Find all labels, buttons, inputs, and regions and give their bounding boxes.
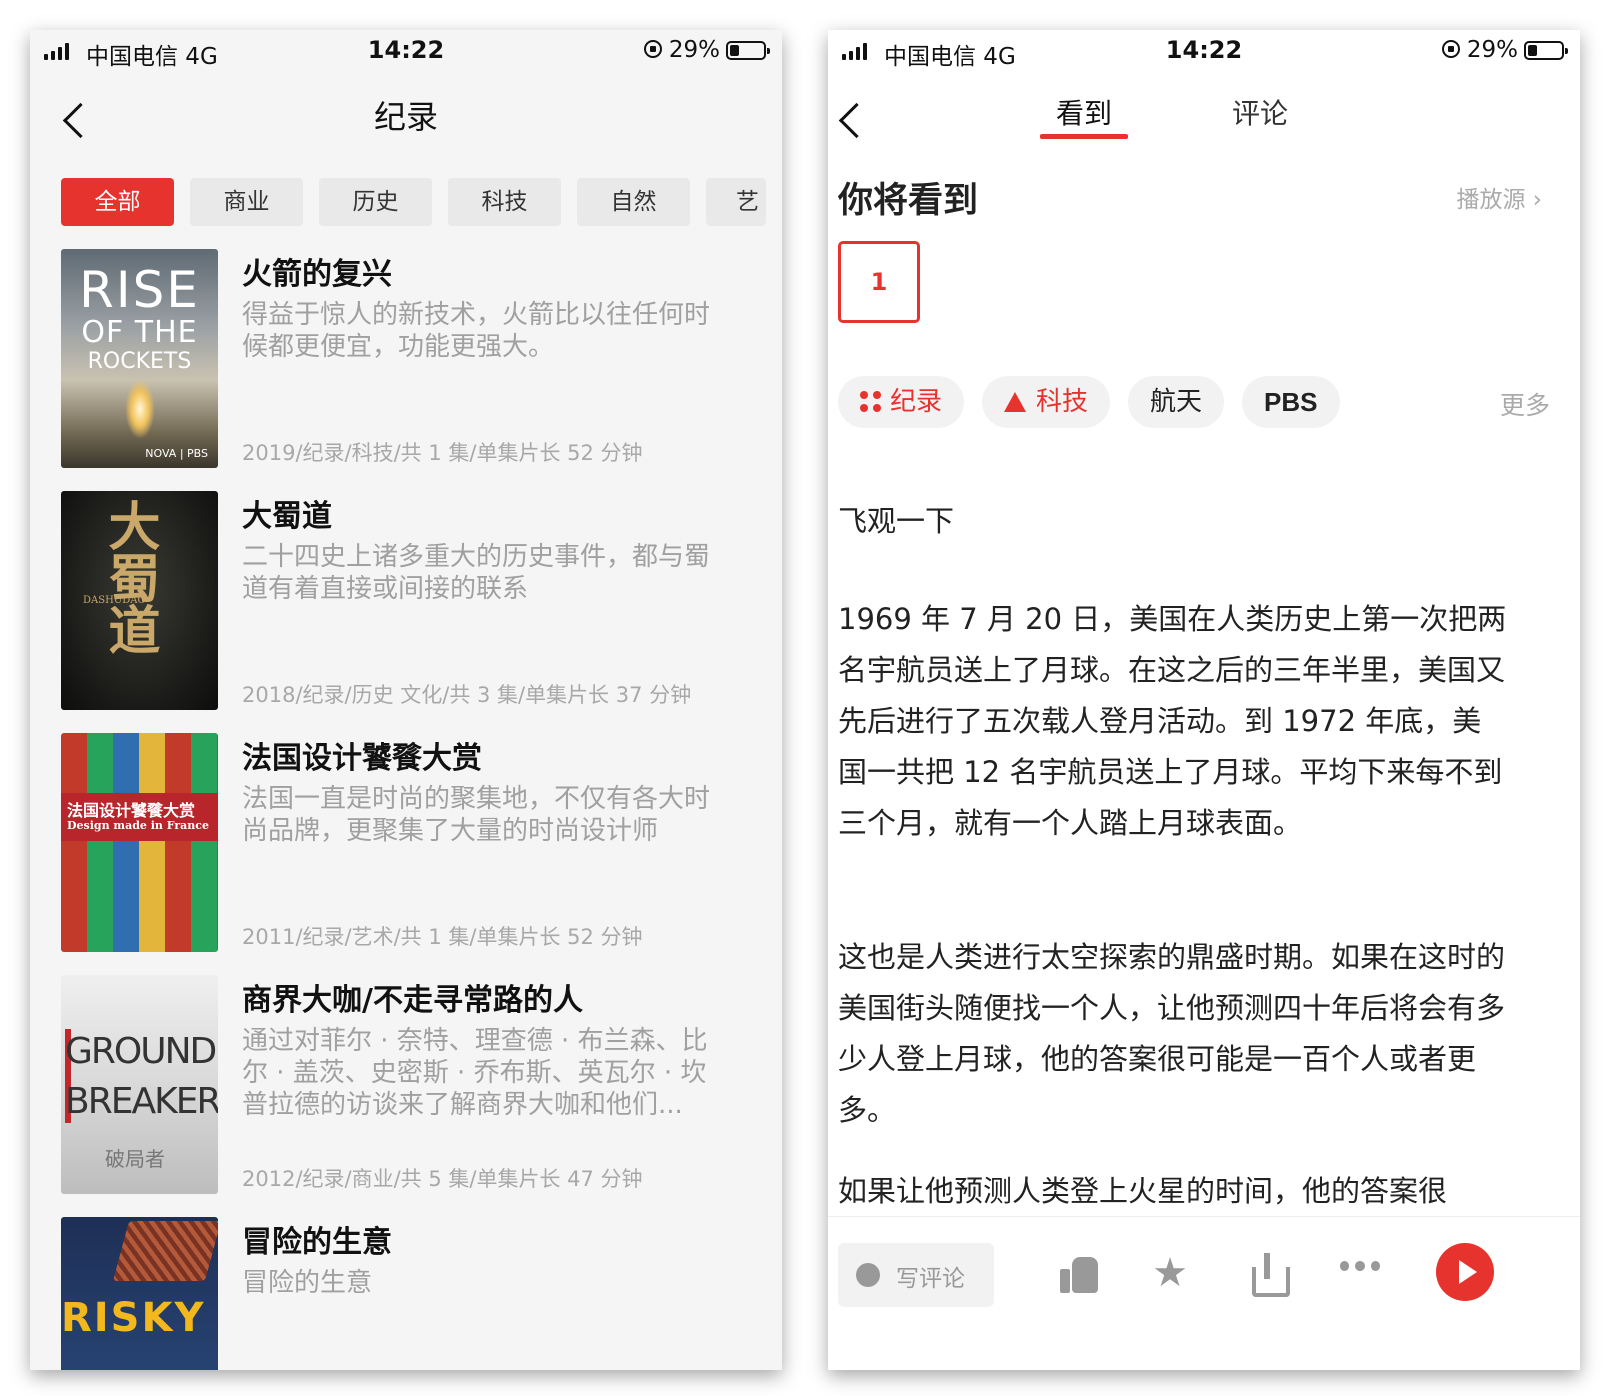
category-nature[interactable]: 自然 (577, 178, 690, 226)
tab-comments[interactable]: 评论 (1232, 92, 1288, 132)
category-art[interactable]: 艺 (706, 178, 766, 226)
triangle-icon (1004, 392, 1027, 412)
battery-percentage: 29% (1466, 37, 1518, 63)
thumbs-up-icon[interactable] (1060, 1253, 1100, 1293)
item-title: 大蜀道 (242, 499, 332, 534)
more-icon[interactable] (1340, 1261, 1380, 1301)
item-meta: 2019/纪录/科技/共 1 集/单集片长 52 分钟 (242, 441, 643, 465)
poster-title: ROCKETS (87, 349, 192, 374)
tag-documentary[interactable]: 纪录 (838, 376, 965, 428)
tag-pbs[interactable]: PBS (1242, 376, 1340, 428)
poster-title: BREAKERS (65, 1081, 218, 1122)
poster-title: OF THE (81, 315, 198, 350)
battery-icon (1524, 41, 1568, 60)
orientation-lock-icon (1442, 40, 1460, 58)
item-description: 通过对菲尔 · 奈特、理查德 · 布兰森、比尔 · 盖茨、史密斯 · 乔布斯、英… (242, 1026, 708, 1120)
active-tab-indicator (1040, 134, 1128, 139)
category-all[interactable]: 全部 (61, 178, 174, 226)
battery-icon (726, 41, 770, 60)
play-icon[interactable] (1436, 1243, 1494, 1301)
item-title: 法国设计饕餮大赏 (242, 741, 482, 776)
share-icon[interactable] (1248, 1253, 1290, 1297)
documentary-detail-screen: 中国电信 4G 14:22 29% 看到 评论 你将看到 播放源 › 1 纪录 … (828, 30, 1580, 1370)
poster-title: RISKY (61, 1295, 206, 1341)
item-meta: 2011/纪录/艺术/共 1 集/单集片长 52 分钟 (242, 925, 643, 949)
category-tech[interactable]: 科技 (448, 178, 561, 226)
orientation-lock-icon (644, 40, 662, 58)
item-description: 冒险的生意 (242, 1268, 373, 1298)
tag-list: 纪录 科技 航天 PBS (838, 376, 1340, 428)
article-paragraph: 如果让他预测人类登上火星的时间，他的答案很 (838, 1174, 1448, 1208)
list-item[interactable]: GROUND BREAKERS 破局者 商界大咖/不走寻常路的人 通过对菲尔 ·… (61, 975, 761, 1195)
rocket-flame (125, 379, 155, 439)
comment-placeholder: 写评论 (896, 1266, 965, 1292)
detail-tabs: 看到 评论 (828, 92, 1580, 144)
item-title: 商界大咖/不走寻常路的人 (242, 983, 583, 1018)
poster-image: 法国设计饕餮大赏 Design made in France (61, 733, 218, 952)
comment-icon (856, 1263, 880, 1287)
list-item[interactable]: 法国设计饕餮大赏 Design made in France 法国设计饕餮大赏 … (61, 733, 761, 953)
article-paragraph: 这也是人类进行太空探索的鼎盛时期。如果在这时的美国街头随便找一个人，让他预测四十… (838, 940, 1506, 1127)
status-bar: 中国电信 4G 14:22 29% (30, 30, 782, 74)
item-description: 二十四史上诸多重大的历史事件，都与蜀道有着直接或间接的联系 (242, 542, 711, 604)
list-item[interactable]: RISE OF THE ROCKETS NOVA | PBS 火箭的复兴 得益于… (61, 249, 761, 469)
poster-subtitle: Design made in France (67, 819, 209, 832)
item-title: 冒险的生意 (242, 1225, 392, 1260)
category-history[interactable]: 历史 (319, 178, 432, 226)
comment-input[interactable]: 写评论 (838, 1243, 994, 1307)
bottom-action-bar: 写评论 ★ (828, 1216, 1580, 1370)
battery-percentage: 29% (668, 37, 720, 63)
item-description: 法国一直是时尚的聚集地，不仅有各大时尚品牌，更聚集了大量的时尚设计师 (242, 784, 711, 846)
tag-label: 纪录 (890, 387, 943, 417)
play-source-link[interactable]: 播放源 › (1456, 180, 1542, 214)
poster-image: RISKY (61, 1217, 218, 1370)
status-bar: 中国电信 4G 14:22 29% (828, 30, 1580, 74)
poster-graphic (112, 1221, 218, 1281)
poster-subtitle: DASHUDAO (83, 595, 146, 606)
list-item[interactable]: RISKY 冒险的生意 冒险的生意 (61, 1217, 761, 1370)
episode-button[interactable]: 1 (838, 241, 920, 323)
list-item[interactable]: 大蜀道 DASHUDAO 大蜀道 二十四史上诸多重大的历史事件，都与蜀道有着直接… (61, 491, 761, 711)
item-meta: 2012/纪录/商业/共 5 集/单集片长 47 分钟 (242, 1167, 643, 1191)
article-subheading: 飞观一下 (838, 504, 955, 538)
poster-title: 大蜀道 (99, 499, 160, 655)
article-paragraph: 1969 年 7 月 20 日，美国在人类历史上第一次把两名宇航员送上了月球。在… (838, 602, 1507, 840)
star-icon[interactable]: ★ (1150, 1253, 1190, 1293)
tag-aerospace[interactable]: 航天 (1128, 376, 1225, 428)
poster-title: 法国设计饕餮大赏 (67, 801, 196, 820)
tag-label: 科技 (1036, 387, 1089, 417)
poster-image: RISE OF THE ROCKETS NOVA | PBS (61, 249, 218, 468)
grid-icon (860, 391, 882, 413)
poster-subtitle: 破局者 (105, 1147, 165, 1171)
item-title: 火箭的复兴 (242, 257, 392, 292)
documentary-list-screen: 中国电信 4G 14:22 29% 纪录 全部 商业 历史 科技 自然 艺 RI… (30, 30, 782, 1370)
more-tags-link[interactable]: 更多 (1500, 386, 1550, 422)
category-tabs: 全部 商业 历史 科技 自然 艺 (61, 178, 766, 226)
item-meta: 2018/纪录/历史 文化/共 3 集/单集片长 37 分钟 (242, 683, 692, 707)
section-heading: 你将看到 (838, 181, 979, 221)
tab-see[interactable]: 看到 (1056, 92, 1112, 132)
poster-title: RISE (79, 261, 200, 319)
poster-title: GROUND (65, 1031, 217, 1072)
poster-logo: NOVA | PBS (145, 447, 208, 460)
poster-image: GROUND BREAKERS 破局者 (61, 975, 218, 1194)
poster-image: 大蜀道 DASHUDAO (61, 491, 218, 710)
tag-tech[interactable]: 科技 (982, 376, 1111, 428)
category-business[interactable]: 商业 (190, 178, 303, 226)
page-title: 纪录 (373, 98, 438, 136)
item-description: 得益于惊人的新技术，火箭比以往任何时候都更便宜，功能更强大。 (242, 300, 711, 362)
